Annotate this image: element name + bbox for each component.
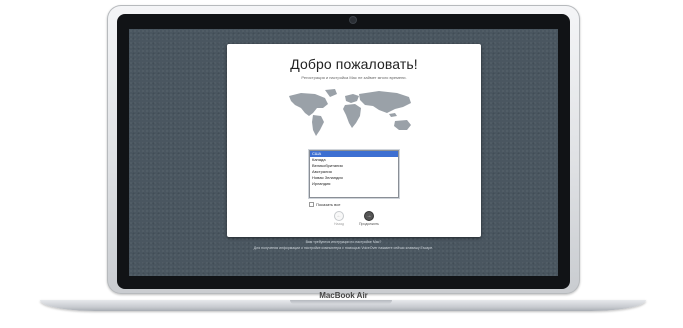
world-map-icon [289, 89, 411, 136]
show-all-label: Показать все [316, 201, 341, 207]
continue-button-label: Продолжить [358, 222, 379, 226]
next-arrow-icon: → [364, 211, 374, 221]
continue-button[interactable]: → Продолжить [357, 211, 381, 226]
device-brand-label: MacBook Air [319, 291, 368, 300]
page-subtitle: Регистрация и настройка Mac не займет мн… [301, 75, 407, 80]
back-arrow-icon: ← [334, 211, 344, 221]
back-button[interactable]: ← Назад [327, 211, 351, 226]
back-button-label: Назад [333, 222, 345, 226]
page-title: Добро пожаловать! [290, 56, 418, 72]
laptop-opening-notch [290, 300, 392, 304]
help-text-line1: Вам требуются инструкции по настройке Ma… [305, 240, 382, 244]
setup-assistant-window: Добро пожаловать! Регистрация и настройк… [227, 44, 481, 237]
show-all-option[interactable]: Показать все [309, 201, 340, 207]
camera-icon [350, 17, 356, 23]
country-item-ireland[interactable]: Ирландия [310, 181, 398, 187]
country-list[interactable]: США Канада Великобритания Австралия Нова… [309, 150, 399, 198]
show-all-checkbox[interactable] [309, 201, 314, 207]
help-text-line2: Для получения информации о настройке ком… [253, 246, 434, 250]
